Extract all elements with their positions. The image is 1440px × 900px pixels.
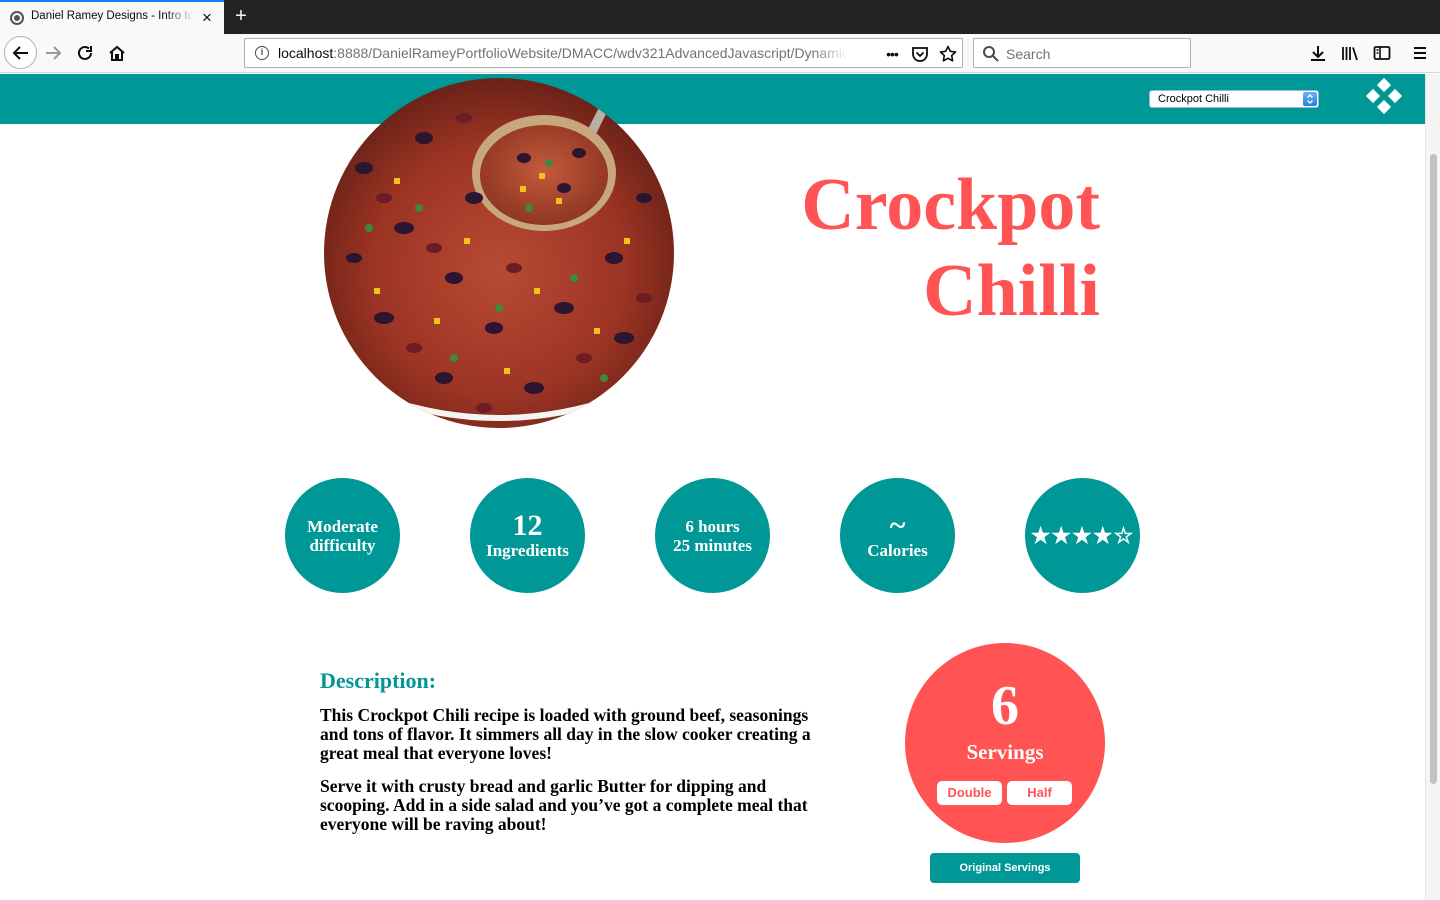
calories-label: Calories <box>867 540 928 560</box>
url-path: :8888/DanielRameyPortfolioWebsite/DMACC/… <box>333 45 848 61</box>
new-tab-icon[interactable]: + <box>230 5 252 27</box>
description-paragraph: This Crockpot Chili recipe is loaded wit… <box>320 705 811 763</box>
favicon-icon <box>10 11 24 25</box>
scrollbar-thumb[interactable] <box>1430 154 1437 784</box>
address-bar[interactable]: i localhost:8888/DanielRameyPortfolioWeb… <box>244 38 963 68</box>
navigation-toolbar: i localhost:8888/DanielRameyPortfolioWeb… <box>0 34 1440 73</box>
menu-button[interactable] <box>1405 38 1435 68</box>
recipe-select[interactable]: Crockpot Chilli <box>1149 90 1319 108</box>
pocket-icon[interactable] <box>909 43 931 65</box>
recipe-select-value: Crockpot Chilli <box>1158 93 1229 105</box>
half-servings-button[interactable]: Half <box>1007 781 1072 805</box>
bookmark-star-icon[interactable] <box>937 43 959 65</box>
description-section: Description: This Crockpot Chili recipe … <box>320 668 825 848</box>
difficulty-label: difficulty <box>309 535 376 555</box>
page-scrollbar[interactable] <box>1425 74 1440 900</box>
original-servings-button[interactable]: Original Servings <box>930 853 1080 883</box>
info-icon[interactable]: i <box>255 46 269 60</box>
arrow-right-icon <box>46 46 62 60</box>
cook-time-minutes: 25 minutes <box>673 535 752 555</box>
recipe-photo <box>324 78 674 428</box>
servings-label: Servings <box>966 740 1044 764</box>
back-button[interactable] <box>4 36 37 69</box>
ingredients-badge: 12 Ingredients <box>470 478 585 593</box>
servings-circle: 6 Servings Double Half <box>905 643 1105 843</box>
ingredients-label: Ingredients <box>486 540 569 560</box>
home-button[interactable] <box>102 38 132 68</box>
recipe-title-line-1: Crockpot <box>801 164 1100 246</box>
search-bar[interactable]: Search <box>973 38 1191 68</box>
reload-icon <box>78 45 92 60</box>
recipe-title: Crockpot Chilli <box>780 162 1100 334</box>
close-tab-icon[interactable]: × <box>198 9 216 27</box>
ingredients-count: 12 <box>512 508 543 542</box>
select-arrows-icon <box>1303 92 1317 106</box>
cook-time-badge: 6 hours 25 minutes <box>655 478 770 593</box>
download-icon <box>1311 46 1325 61</box>
tab-title: Daniel Ramey Designs - Intro to JavaScri… <box>31 10 194 22</box>
cook-time-hours: 6 hours <box>685 516 740 536</box>
calories-badge: ~ Calories <box>840 478 955 593</box>
home-icon <box>109 45 125 61</box>
difficulty-level: Moderate <box>307 516 378 536</box>
site-logo[interactable] <box>1365 77 1403 115</box>
search-icon <box>982 45 1000 63</box>
forward-button[interactable] <box>38 38 68 68</box>
hamburger-menu-icon <box>1414 47 1426 59</box>
double-servings-button[interactable]: Double <box>937 781 1002 805</box>
difficulty-badge: Moderate difficulty <box>285 478 400 593</box>
star-rating-icon: ★★★★☆ <box>1030 522 1135 548</box>
rating-badge: ★★★★☆ <box>1025 478 1140 593</box>
recipe-title-line-2: Chilli <box>923 250 1100 332</box>
browser-tab[interactable]: Daniel Ramey Designs - Intro to JavaScri… <box>0 0 224 34</box>
url-text[interactable]: localhost:8888/DanielRameyPortfolioWebsi… <box>278 45 848 61</box>
sidebar-icon <box>1373 46 1391 60</box>
downloads-button[interactable] <box>1303 38 1333 68</box>
page-actions: ••• <box>881 43 961 65</box>
tab-bar: Daniel Ramey Designs - Intro to JavaScri… <box>0 0 1440 34</box>
calories-value: ~ <box>889 508 906 542</box>
reload-button[interactable] <box>70 38 100 68</box>
library-icon <box>1342 47 1358 61</box>
sidebar-button[interactable] <box>1367 38 1397 68</box>
url-host: localhost <box>278 45 334 61</box>
search-input[interactable]: Search <box>1006 46 1050 62</box>
servings-count: 6 <box>991 675 1019 737</box>
library-button[interactable] <box>1335 38 1365 68</box>
description-heading: Description: <box>320 668 437 693</box>
page-actions-menu-icon[interactable]: ••• <box>881 43 903 65</box>
arrow-left-icon <box>12 45 28 60</box>
description-paragraph: Serve it with crusty bread and garlic Bu… <box>320 776 808 834</box>
